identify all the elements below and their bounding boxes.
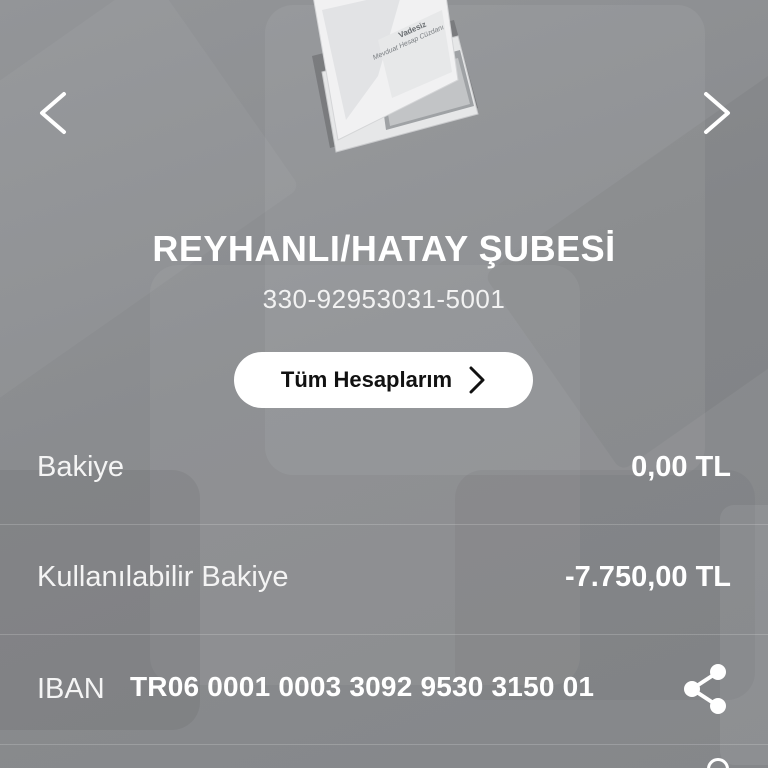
passbook-illustration: Vadesiz Mevduat Hesap Cüzdanı	[282, 0, 492, 170]
all-accounts-button[interactable]: Tüm Hesaplarım	[234, 352, 533, 408]
available-balance-label: Kullanılabilir Bakiye	[37, 561, 289, 593]
iban-label: IBAN	[37, 673, 105, 705]
chevron-right-icon	[469, 366, 485, 394]
iban-row: IBAN TR06 0001 0003 3092 9530 3150 01	[0, 635, 768, 745]
chevron-left-icon	[40, 92, 66, 134]
previous-account-button[interactable]	[28, 88, 78, 138]
balance-row: Bakiye 0,00 TL	[0, 415, 768, 525]
available-balance-row: Kullanılabilir Bakiye -7.750,00 TL	[0, 525, 768, 635]
share-icon[interactable]	[680, 662, 730, 716]
divider	[0, 744, 768, 745]
balance-value: 0,00 TL	[631, 451, 731, 483]
account-number: 330-92953031-5001	[262, 284, 506, 314]
all-accounts-label: Tüm Hesaplarım	[280, 367, 453, 392]
chevron-right-icon	[704, 92, 730, 134]
available-balance-value: -7.750,00 TL	[564, 561, 731, 593]
branch-name: REYHANLI/HATAY ŞUBESİ	[152, 228, 616, 269]
next-account-button[interactable]	[692, 88, 742, 138]
account-detail-screen: Vadesiz Mevduat Hesap Cüzdanı REYHANLI/H…	[0, 0, 768, 768]
balance-label: Bakiye	[37, 451, 125, 483]
iban-value[interactable]: TR06 0001 0003 3092 9530 3150 01	[130, 671, 594, 703]
